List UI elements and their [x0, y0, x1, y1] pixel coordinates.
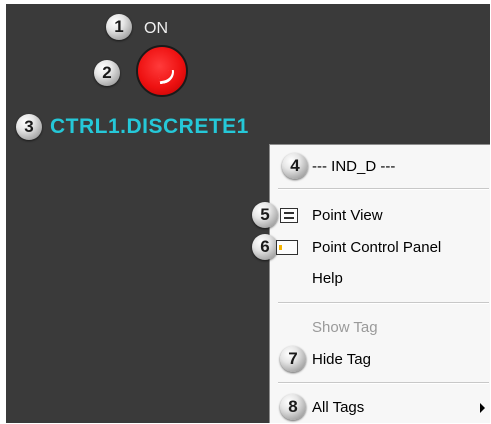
context-menu: 4 --- IND_D --- 5 Point View 6 Point Con…: [252, 144, 490, 423]
menu-item-show-tag: Show Tag: [270, 314, 490, 342]
menu-item-point-control-panel[interactable]: Point Control Panel: [270, 234, 490, 262]
menu-item-label: Help: [312, 270, 343, 287]
menu-separator: [278, 382, 489, 384]
point-view-icon: [280, 208, 298, 223]
menu-header-ind-d: --- IND_D ---: [270, 153, 490, 181]
menu-item-label: All Tags: [312, 399, 365, 416]
menu-item-point-view[interactable]: Point View: [270, 202, 490, 230]
submenu-arrow-icon: [480, 403, 485, 413]
menu-header-label: --- IND_D ---: [312, 158, 396, 175]
menu-separator: [278, 302, 489, 304]
point-control-panel-icon: [276, 240, 298, 255]
callout-2: 2: [94, 60, 120, 86]
tag-name-label[interactable]: CTRL1.DISCRETE1: [50, 115, 249, 139]
menu-item-hide-tag[interactable]: Hide Tag: [270, 346, 490, 374]
menu-item-help[interactable]: Help: [270, 265, 490, 293]
menu-item-all-tags[interactable]: All Tags: [270, 394, 490, 422]
menu-item-label: Point View: [312, 207, 383, 224]
menu-item-label: Show Tag: [312, 319, 378, 336]
menu-item-label: Hide Tag: [312, 351, 371, 368]
display-canvas: 1 ON 2 3 CTRL1.DISCRETE1 4 --- IND_D ---…: [6, 4, 490, 423]
callout-3: 3: [16, 114, 42, 140]
discrete-indicator-led[interactable]: [136, 45, 188, 97]
indicator-status-text: ON: [144, 20, 168, 37]
callout-1: 1: [106, 14, 132, 40]
menu-item-label: Point Control Panel: [312, 239, 442, 256]
led-highlight: [158, 69, 176, 85]
menu-separator: [278, 188, 489, 190]
